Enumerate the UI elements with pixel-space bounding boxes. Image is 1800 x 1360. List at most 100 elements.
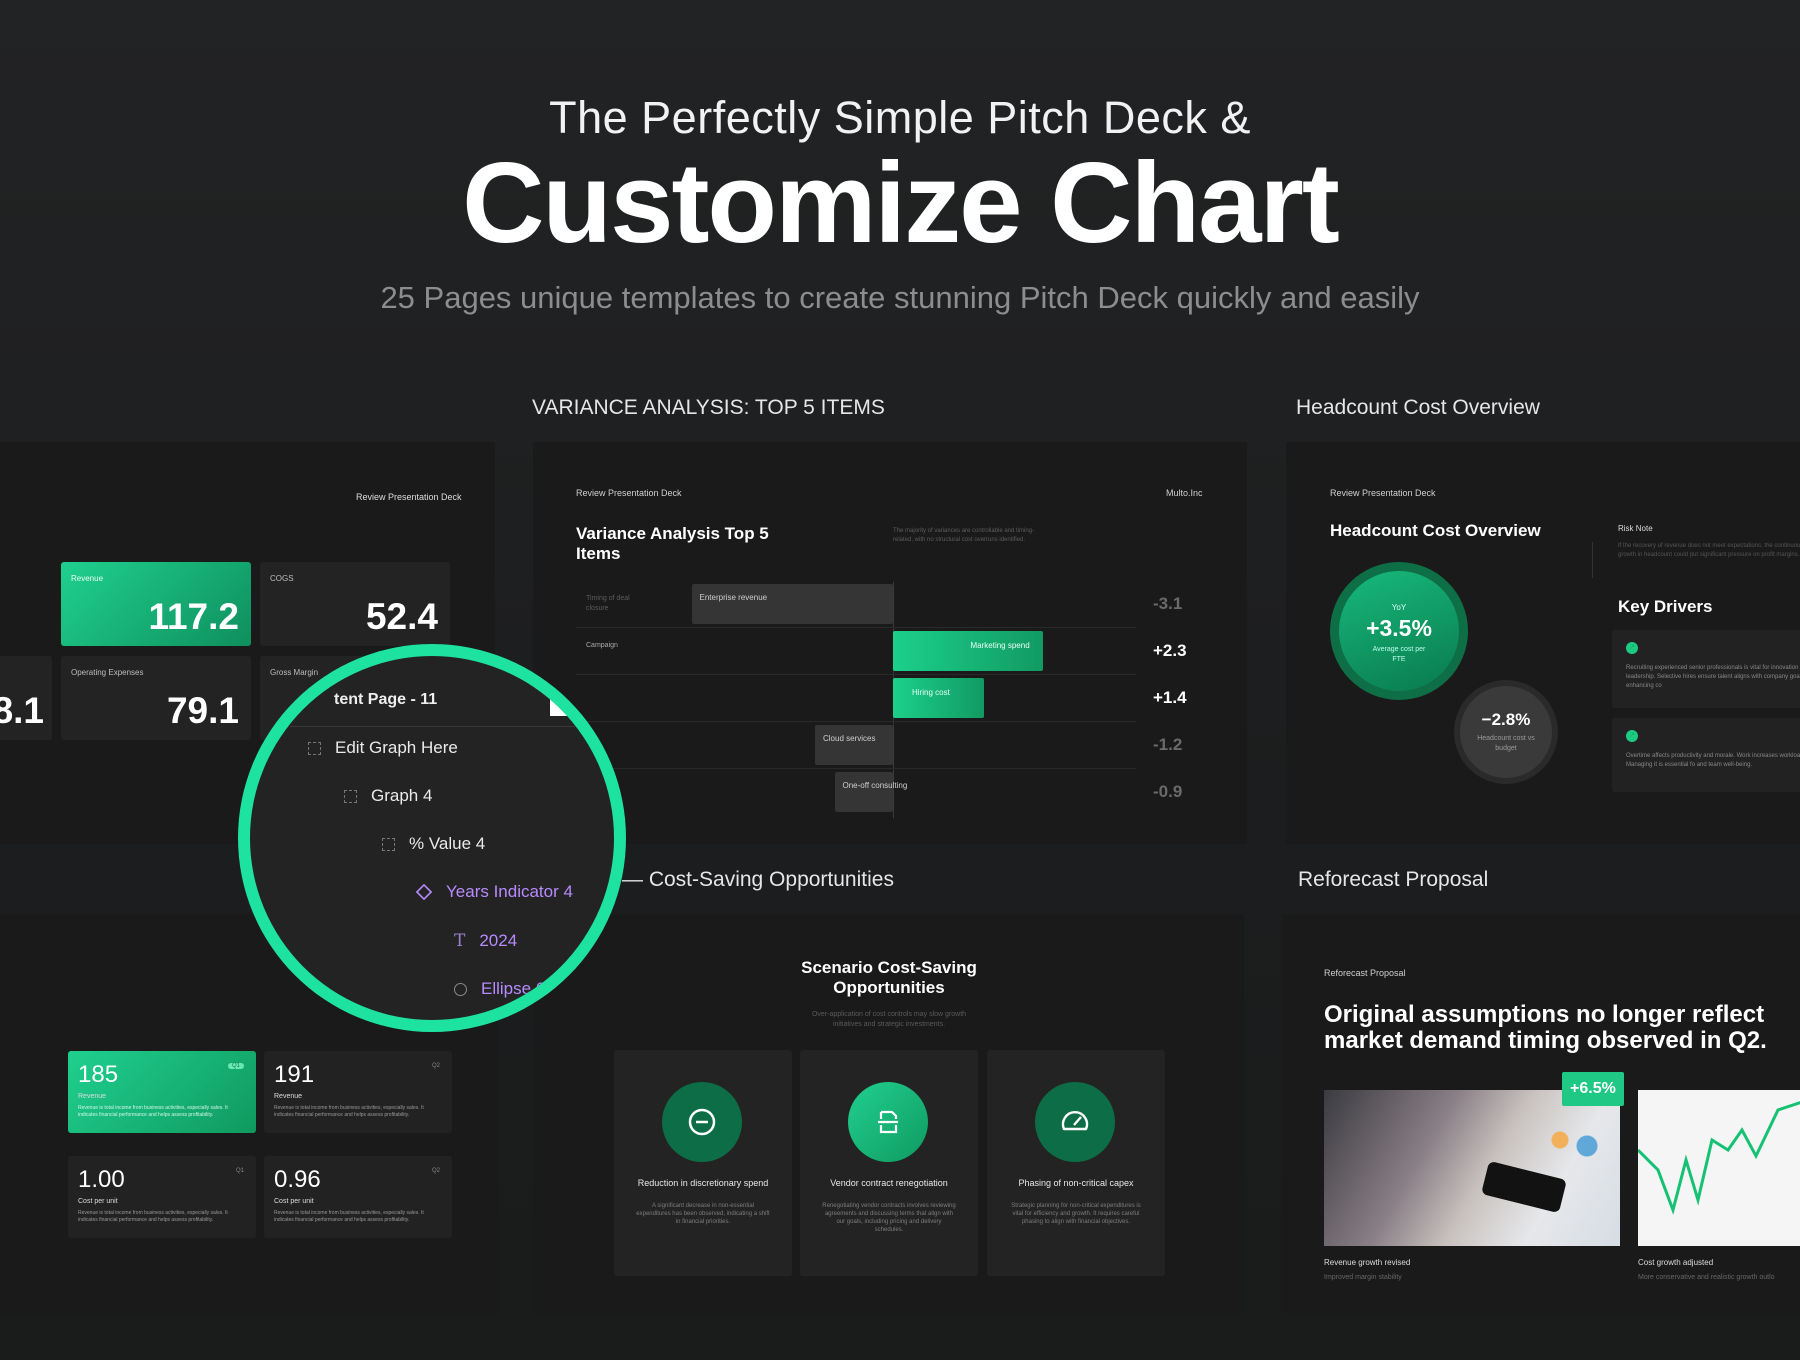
- risk-note-title: Risk Note: [1618, 524, 1653, 533]
- ellipse-icon: [454, 982, 467, 996]
- kpi-card-185[interactable]: 185 Q1 Revenue Revenue is total income f…: [68, 1051, 256, 1133]
- kpi-value: 185: [78, 1061, 119, 1088]
- second-metric-inner: −2.8% Headcount cost vs budget: [1460, 686, 1552, 778]
- contract-icon: [878, 1110, 898, 1134]
- key-driver-text: Recruiting experienced senior profession…: [1626, 665, 1800, 689]
- kpi-label: Cost per unit: [274, 1198, 314, 1205]
- reforecast-item-title: Revenue growth revised: [1324, 1258, 1411, 1267]
- kpi-card-191[interactable]: 191 Q2 Revenue Revenue is total income f…: [264, 1051, 452, 1133]
- main-metric-circle: YoY +3.5% Average cost per FTE: [1339, 571, 1459, 691]
- layer-label: 2024: [479, 931, 518, 950]
- layer-item[interactable]: T 2024: [454, 931, 517, 951]
- layers-magnifier[interactable]: tent Page - 11 Edit Graph Here Graph 4 %…: [238, 644, 626, 1032]
- variance-slide[interactable]: Review Presentation Deck Multo.Inc Varia…: [533, 442, 1247, 844]
- main-metric-label: YoY: [1391, 603, 1407, 612]
- opportunity-card[interactable]: Vendor contract renegotiation Renegotiat…: [800, 1050, 978, 1276]
- text-icon: T: [454, 931, 466, 951]
- row-divider: [576, 768, 1136, 769]
- second-metric-value: −2.8%: [1481, 710, 1531, 729]
- key-driver-card[interactable]: ↗ Recruiting experienced senior professi…: [1612, 630, 1800, 708]
- scenario-subtitle: Over-application of cost controls may sl…: [811, 1011, 967, 1028]
- frame-icon: [382, 837, 395, 851]
- opportunity-card[interactable]: Reduction in discretionary spend A signi…: [614, 1050, 792, 1276]
- section-label-reforecast: Reforecast Proposal: [1298, 868, 1489, 891]
- variance-slide-header: Review Presentation Deck: [576, 488, 682, 498]
- kpi-value: 0.96: [274, 1166, 321, 1193]
- variance-value: -1.2: [1153, 735, 1183, 754]
- layer-label: Graph 4: [371, 786, 433, 805]
- kpi-card-label: COGS: [270, 574, 294, 583]
- reforecast-item-desc: More conservative and realistic growth o…: [1638, 1274, 1775, 1281]
- section-label-cost-saving: — Cost-Saving Opportunities: [622, 868, 894, 891]
- kpi-card-label: Gross Margin: [270, 668, 319, 677]
- kpi-card-1-00[interactable]: 1.00 Q1 Cost per unit Revenue is total i…: [68, 1156, 256, 1238]
- headcount-slide[interactable]: Review Presentation Deck Headcount Cost …: [1286, 442, 1800, 844]
- kpi-card-revenue[interactable]: Revenue 117.2: [61, 562, 251, 646]
- reforecast-badge: +6.5%: [1562, 1072, 1624, 1106]
- kpi-value: 191: [274, 1061, 315, 1088]
- kpi-quarter-badge: Q1: [235, 1168, 244, 1174]
- partial-kpi-card: 8.1: [0, 656, 52, 740]
- kpi-card-value: 79.1: [166, 690, 239, 731]
- kpi-label: Revenue: [78, 1093, 107, 1100]
- hero-description: 25 Pages unique templates to create stun…: [380, 280, 1420, 315]
- headcount-header: Review Presentation Deck: [1330, 488, 1436, 498]
- reforecast-item-title: Cost growth adjusted: [1638, 1258, 1714, 1267]
- risk-note-text: If the recovery of revenue does not meet…: [1618, 543, 1800, 558]
- opportunity-description: Strategic planning for non-critical expe…: [1011, 1203, 1141, 1225]
- kpi-card-0-96[interactable]: 0.96 Q2 Cost per unit Revenue is total i…: [264, 1156, 452, 1238]
- row-divider: [576, 721, 1136, 722]
- partial-kpi-value: 8.1: [0, 690, 44, 731]
- kpi-card-label: Operating Expenses: [71, 668, 144, 677]
- frame-icon: [344, 789, 357, 803]
- trend-line-graphic: [1636, 1101, 1800, 1215]
- variance-bar[interactable]: Enterprise revenue: [691, 584, 893, 624]
- kpi-card-value: 117.2: [148, 596, 239, 637]
- opportunity-title: Vendor contract renegotiation: [830, 1178, 948, 1188]
- main-metric-value: +3.5%: [1366, 615, 1432, 641]
- reforecast-slide[interactable]: Reforecast Proposal Original assumptions…: [1282, 914, 1800, 1314]
- variance-bar-label: Cloud services: [823, 734, 876, 743]
- layers-title: tent Page - 11: [334, 691, 438, 708]
- main-metric-caption: Average cost per FTE: [1372, 646, 1426, 663]
- key-driver-card[interactable]: ↗ Overtime affects productivity and mora…: [1612, 718, 1800, 792]
- layer-item[interactable]: Ellipse 6: [454, 979, 545, 999]
- variance-bar[interactable]: Hiring cost: [893, 678, 984, 718]
- variance-value: -3.1: [1153, 594, 1183, 613]
- second-metric-circle: −2.8% Headcount cost vs budget: [1454, 680, 1558, 784]
- kpi-quarter-badge: Q1: [227, 1063, 244, 1069]
- layer-item[interactable]: % Value 4: [382, 834, 485, 854]
- variance-company: Multo.Inc: [1166, 488, 1203, 498]
- layer-item[interactable]: Graph 4: [344, 786, 432, 806]
- arrow-up-right-icon: ↗: [1626, 730, 1638, 742]
- kpi-description: Revenue is total income from business ac…: [78, 1210, 228, 1223]
- kpi-label: Cost per unit: [78, 1198, 118, 1205]
- kpi-description: Revenue is total income from business ac…: [78, 1105, 228, 1118]
- kpi-card-cogs[interactable]: COGS 52.4: [260, 562, 450, 646]
- gauge-icon: [1061, 1111, 1089, 1131]
- kpi-description: Revenue is total income from business ac…: [274, 1210, 424, 1223]
- opportunity-card[interactable]: Phasing of non-critical capex Strategic …: [987, 1050, 1165, 1276]
- section-label-variance: VARIANCE ANALYSIS: TOP 5 ITEMS: [532, 396, 885, 419]
- layer-item[interactable]: Years Indicator 4: [416, 882, 573, 902]
- scenario-title: Scenario Cost-Saving Opportunities: [801, 958, 977, 997]
- key-driver-text: Overtime affects productivity and morale…: [1626, 753, 1800, 768]
- layer-label: % Value 4: [409, 834, 486, 853]
- opportunity-description: A significant decrease in non-essential …: [636, 1203, 770, 1225]
- kpi-card-opex[interactable]: Operating Expenses 79.1: [61, 656, 251, 740]
- headcount-title: Headcount Cost Overview: [1330, 521, 1541, 540]
- hero-subtitle: The Perfectly Simple Pitch Deck &: [549, 92, 1251, 143]
- arrow-up-right-icon: ↗: [1626, 642, 1638, 654]
- variance-bar[interactable]: Cloud services: [815, 725, 893, 765]
- opportunity-title: Phasing of non-critical capex: [1018, 1178, 1134, 1188]
- variance-bar[interactable]: Marketing spend: [893, 631, 1043, 671]
- variance-bar-label: Hiring cost: [912, 688, 950, 697]
- layer-item[interactable]: Edit Graph Here: [308, 738, 458, 758]
- variance-bar[interactable]: One-off consulting: [834, 772, 907, 812]
- key-drivers-title: Key Drivers: [1618, 597, 1713, 616]
- row-divider: [576, 627, 1136, 628]
- kpi-card-label: Revenue: [71, 574, 104, 583]
- row-divider: [576, 674, 1136, 675]
- layers-panel[interactable]: tent Page - 11 Edit Graph Here Graph 4 %…: [250, 656, 614, 1020]
- reforecast-item-desc: Improved margin stability: [1324, 1274, 1402, 1281]
